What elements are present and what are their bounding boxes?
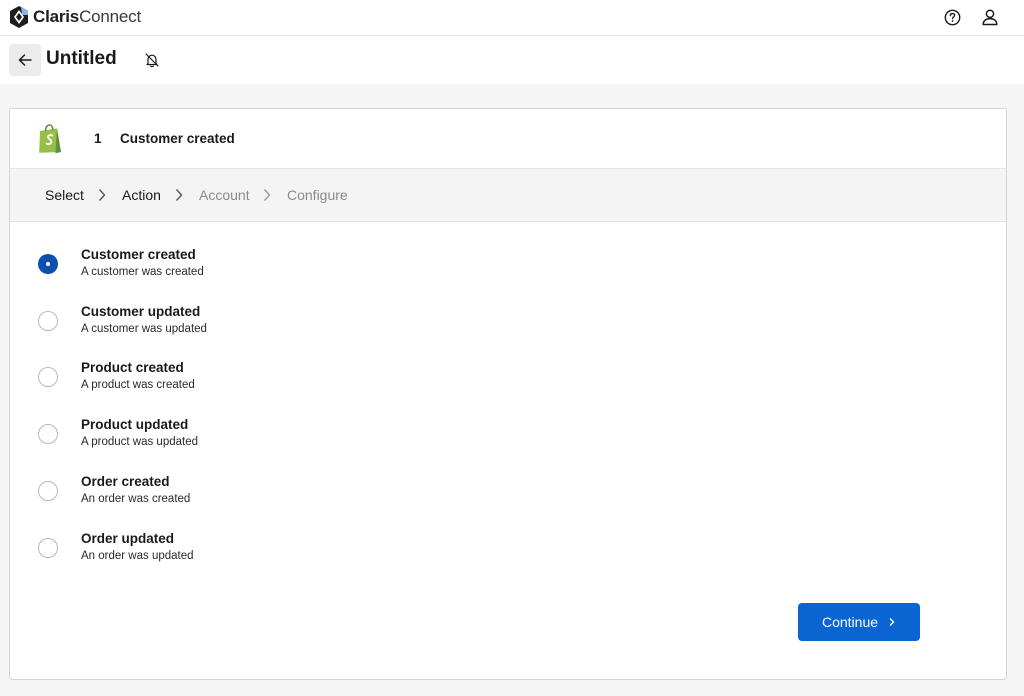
breadcrumb-account: Account [199, 187, 250, 203]
step-name: Customer created [120, 131, 235, 146]
help-button[interactable] [941, 6, 963, 28]
shopify-icon [39, 124, 61, 154]
chevron-right-icon [889, 618, 895, 626]
top-bar: ClarisConnect [0, 0, 1024, 36]
option-title: Order created [81, 474, 170, 489]
flow-header: Untitled [0, 36, 1024, 84]
option-title: Customer created [81, 247, 196, 262]
continue-label: Continue [821, 614, 879, 630]
option-title: Customer updated [81, 304, 201, 319]
chevron-right-icon [98, 189, 106, 201]
radio-button[interactable] [38, 538, 58, 558]
breadcrumb: Select Action Account Configure [10, 169, 1006, 222]
option-description: An order was updated [81, 550, 194, 562]
help-circle-icon [944, 9, 960, 25]
flow-title[interactable]: Untitled [46, 48, 117, 70]
option-title: Product updated [81, 417, 189, 432]
radio-button[interactable] [38, 424, 58, 444]
notifications-toggle[interactable] [142, 50, 162, 70]
breadcrumb-action[interactable]: Action [122, 187, 161, 203]
breadcrumb-select[interactable]: Select [45, 187, 84, 203]
option-description: A product was created [81, 379, 195, 391]
chevron-right-icon [175, 189, 183, 201]
claris-logo-icon [10, 6, 28, 28]
list-item[interactable]: Customer created A customer was created [10, 247, 1006, 297]
arrow-left-icon [18, 54, 32, 66]
option-title: Order updated [81, 531, 175, 546]
continue-button[interactable]: Continue [798, 603, 920, 641]
list-item[interactable]: Order created An order was created [10, 474, 1006, 524]
brand-name: ClarisConnect [33, 7, 141, 27]
radio-button[interactable] [38, 311, 58, 331]
radio-button[interactable] [38, 254, 58, 274]
step-header[interactable]: 1 Customer created [10, 109, 1006, 169]
option-title: Product created [81, 360, 184, 375]
option-description: A customer was updated [81, 323, 207, 335]
user-icon [982, 9, 998, 26]
radio-button[interactable] [38, 367, 58, 387]
list-item[interactable]: Customer updated A customer was updated [10, 304, 1006, 354]
brand[interactable]: ClarisConnect [9, 5, 141, 29]
brand-name-bold: Claris [33, 7, 80, 26]
chevron-right-icon [263, 189, 271, 201]
list-item[interactable]: Product created A product was created [10, 360, 1006, 410]
account-button[interactable] [979, 6, 1001, 28]
option-description: An order was created [81, 493, 191, 505]
list-item[interactable]: Order updated An order was updated [10, 531, 1006, 581]
list-item[interactable]: Product updated A product was updated [10, 417, 1006, 467]
brand-name-regular: Connect [79, 7, 141, 26]
back-button[interactable] [9, 44, 41, 76]
radio-button[interactable] [38, 481, 58, 501]
step-card: 1 Customer created Select Action Account… [9, 108, 1007, 680]
option-description: A product was updated [81, 436, 198, 448]
option-description: A customer was created [81, 266, 204, 278]
step-number: 1 [94, 131, 102, 146]
bell-off-icon [145, 53, 159, 68]
breadcrumb-configure: Configure [287, 187, 348, 203]
